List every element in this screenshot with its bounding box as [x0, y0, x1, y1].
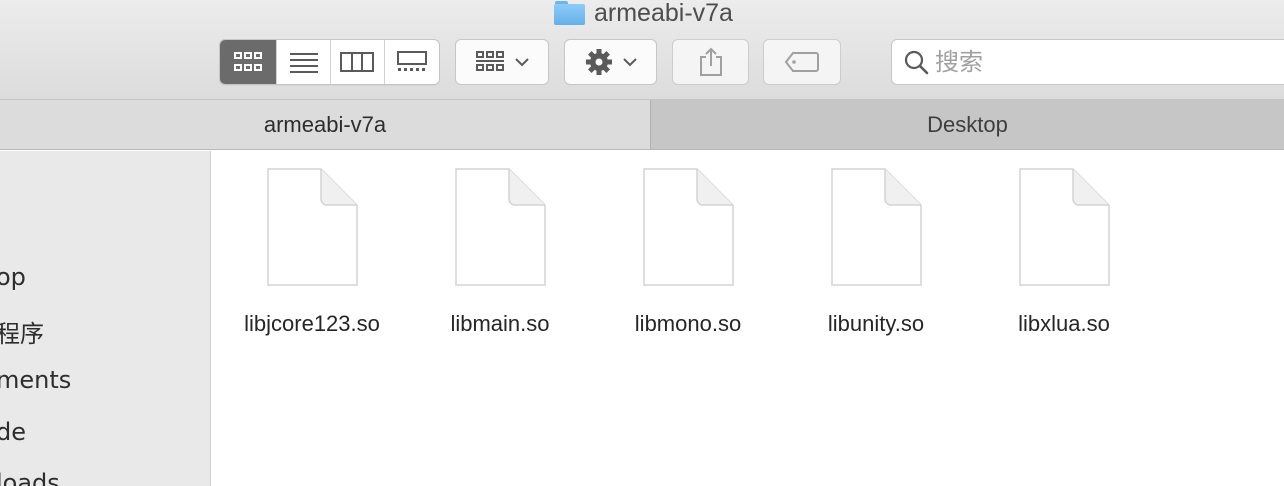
icon-view-button[interactable] — [220, 40, 278, 84]
chevron-down-icon — [622, 58, 637, 67]
file-item[interactable]: libmain.so — [406, 167, 594, 337]
action-menu-button[interactable] — [564, 39, 657, 85]
sidebar-item-downloads[interactable]: loads — [0, 469, 60, 486]
tags-button[interactable] — [763, 39, 841, 85]
sidebar-item-applications[interactable]: 程序 — [0, 314, 44, 349]
tab-desktop[interactable]: Desktop — [651, 100, 1284, 149]
sidebar: op 程序 ments de loads — [0, 151, 211, 486]
sidebar-item-label: ments — [0, 366, 72, 394]
list-icon — [289, 53, 318, 73]
tag-icon — [784, 52, 819, 72]
gallery-icon — [396, 51, 427, 71]
search-input[interactable] — [935, 48, 1255, 76]
group-by-button[interactable] — [455, 39, 549, 85]
file-name: libmain.so — [450, 311, 550, 336]
tab-armeabi-v7a[interactable]: armeabi-v7a — [0, 100, 651, 149]
sidebar-item-label: 程序 — [0, 320, 44, 348]
file-name: libjcore123.so — [244, 311, 380, 336]
chevron-down-icon — [515, 58, 529, 67]
sidebar-item-icloud-drive[interactable]: de — [0, 418, 26, 446]
sidebar-item-label: loads — [0, 469, 60, 486]
search-field[interactable] — [891, 39, 1284, 85]
document-icon — [643, 168, 734, 286]
view-mode-control — [219, 39, 440, 85]
gallery-view-button[interactable] — [385, 40, 439, 84]
file-item[interactable]: libxlua.so — [970, 167, 1158, 337]
file-area: libjcore123.so libmain.so libmono.so lib… — [212, 151, 1284, 486]
tab-label: armeabi-v7a — [263, 111, 387, 137]
share-icon — [699, 47, 722, 76]
window-title: armeabi-v7a — [554, 0, 733, 28]
list-view-button[interactable] — [277, 40, 331, 84]
file-name: libmono.so — [634, 311, 742, 336]
search-icon — [904, 50, 929, 75]
window-title-label: armeabi-v7a — [594, 0, 733, 27]
file-item[interactable]: libunity.so — [782, 167, 970, 337]
gear-icon — [585, 49, 612, 75]
column-view-button[interactable] — [331, 40, 385, 84]
grid-icon — [234, 52, 263, 71]
file-name: libunity.so — [827, 311, 925, 336]
file-name: libxlua.so — [1018, 311, 1110, 336]
document-icon — [267, 168, 358, 286]
sidebar-item-desktop[interactable]: op — [0, 263, 26, 291]
sidebar-item-documents[interactable]: ments — [0, 366, 71, 394]
folder-icon — [554, 1, 586, 25]
group-grid-icon — [476, 51, 504, 71]
document-icon — [831, 168, 922, 286]
share-button[interactable] — [672, 39, 749, 85]
sidebar-item-label: op — [0, 263, 26, 291]
sidebar-item-label: de — [0, 418, 26, 446]
document-icon — [455, 168, 546, 286]
tab-bar: armeabi-v7a Desktop — [0, 100, 1284, 150]
window-toolbar: armeabi-v7a — [0, 0, 1284, 100]
document-icon — [1019, 168, 1110, 286]
columns-icon — [340, 52, 375, 72]
file-item[interactable]: libjcore123.so — [218, 167, 406, 337]
file-item[interactable]: libmono.so — [594, 167, 782, 337]
tab-label: Desktop — [927, 111, 1008, 137]
